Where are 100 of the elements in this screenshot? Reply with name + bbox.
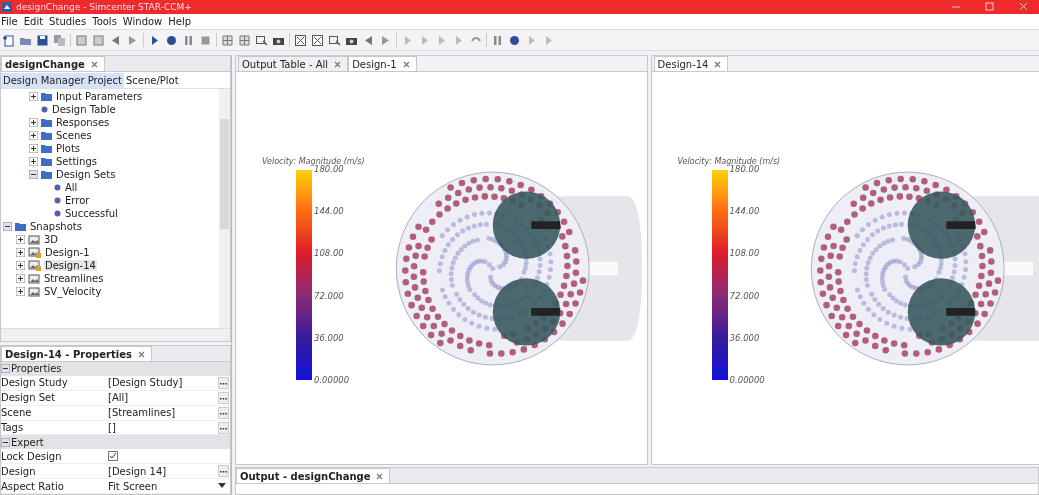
expand-icon[interactable] [29, 131, 38, 140]
menu-item[interactable]: Window [122, 16, 163, 27]
tree-item[interactable]: Error [64, 195, 91, 206]
expand-icon[interactable] [29, 144, 38, 153]
new-file-icon[interactable] [2, 33, 15, 47]
ellipsis-button[interactable] [218, 376, 229, 389]
picture-icon [28, 234, 40, 245]
close-icon[interactable] [376, 472, 384, 480]
close-icon[interactable] [714, 60, 722, 68]
close-icon[interactable] [90, 60, 98, 68]
scale-label: 0.00000 [314, 375, 350, 386]
panel-tab[interactable]: Design-14 - Properties [1, 346, 152, 361]
ellipsis-icon [220, 470, 227, 474]
menu-item[interactable]: Studies [49, 16, 87, 27]
close-icon[interactable] [137, 350, 145, 358]
tree-item[interactable]: Design-14 [44, 260, 97, 271]
caret-icon[interactable] [218, 483, 226, 490]
tree-item[interactable]: All [64, 182, 79, 193]
property-value: [] [108, 422, 117, 433]
close-icon[interactable] [334, 60, 342, 68]
scrollbar[interactable] [1, 328, 230, 341]
record-icon[interactable] [508, 33, 521, 47]
right-arrow-icon[interactable] [379, 33, 392, 47]
collapse-icon[interactable] [3, 222, 12, 231]
right-arrow-icon[interactable] [126, 33, 139, 47]
fit-view-icon[interactable] [294, 33, 307, 47]
menu-item[interactable]: Help [168, 16, 192, 27]
ellipsis-button[interactable] [218, 421, 229, 434]
tree-item[interactable]: Settings [55, 156, 98, 167]
scale-label: 144.00 [314, 205, 345, 216]
expand-icon[interactable] [16, 235, 25, 244]
tree-item[interactable]: Streamlines [43, 273, 105, 284]
folder-icon [41, 157, 52, 166]
folder-icon [41, 118, 52, 127]
ellipsis-icon [220, 396, 227, 400]
expand-icon[interactable] [16, 261, 25, 270]
tree-item[interactable]: Design Table [51, 104, 117, 115]
expand-icon[interactable] [29, 157, 38, 166]
selection-icon[interactable] [328, 33, 341, 47]
property-name: Design [1, 465, 37, 477]
tree-item[interactable]: Responses [55, 117, 111, 128]
save-icon[interactable] [36, 33, 49, 47]
expand-icon[interactable] [16, 248, 25, 257]
left-arrow-icon[interactable] [109, 33, 122, 47]
expand-icon[interactable] [16, 287, 25, 296]
document-icon[interactable] [92, 33, 105, 47]
property-name: Design Study [1, 377, 69, 389]
menu-item[interactable]: File [1, 16, 18, 27]
property-value: [Design 14] [108, 465, 168, 477]
tree-item[interactable]: 3D [43, 234, 60, 245]
collapse-icon[interactable] [29, 170, 38, 179]
fit-view-icon[interactable] [311, 33, 324, 47]
panel-tab[interactable]: Output - designChange [236, 468, 391, 483]
property-value: [Streamlines] [108, 407, 177, 419]
record-icon[interactable] [165, 33, 178, 47]
grid-icon[interactable] [238, 33, 251, 47]
tree-item[interactable]: Snapshots [29, 221, 83, 232]
left-arrow-icon[interactable] [362, 33, 375, 47]
property-name: Design Set [1, 392, 57, 404]
scale-label: 180.00 [314, 163, 344, 174]
expand-icon[interactable] [16, 274, 25, 283]
panel-tab[interactable]: designChange [1, 56, 105, 71]
document-icon[interactable] [75, 33, 88, 47]
expand-icon[interactable] [29, 92, 38, 101]
menu-item[interactable]: Tools [92, 16, 117, 27]
document-tab[interactable]: Design-1 [348, 56, 417, 71]
sub-tab[interactable]: Scene/Plot [123, 72, 181, 88]
collapse-icon[interactable] [1, 364, 10, 374]
scale-label: 144.00 [729, 205, 761, 216]
folder-icon [15, 222, 26, 231]
pause-icon[interactable] [491, 33, 504, 47]
document-tab[interactable]: Output Table - All [238, 56, 349, 71]
tree-item[interactable]: Design-1 [44, 247, 91, 258]
checkbox[interactable] [108, 451, 118, 462]
menu-item[interactable]: Edit [23, 16, 44, 27]
tree-item[interactable]: Successful [64, 208, 119, 219]
tree-item[interactable]: Input Parameters [55, 91, 144, 102]
sub-tab[interactable]: Design Manager Project [1, 72, 124, 88]
scale-label: 0.00000 [729, 375, 765, 386]
window-title: designChange - Simcenter STAR-CCM+ [16, 2, 193, 12]
ellipsis-button[interactable] [218, 465, 229, 478]
tree-item[interactable]: SV_Velocity [43, 286, 103, 297]
property-name: Scene [1, 407, 33, 419]
scrollbar[interactable] [219, 89, 230, 328]
tree-item[interactable]: Design Sets [55, 169, 117, 180]
ellipsis-button[interactable] [218, 406, 229, 419]
ellipsis-button[interactable] [218, 391, 229, 404]
tree-item[interactable]: Scenes [55, 130, 93, 141]
ellipsis-icon [220, 411, 227, 415]
dropdown-field[interactable]: Fit Screen [108, 480, 218, 492]
pause-icon[interactable] [182, 33, 195, 47]
locked-picture-icon [28, 247, 41, 258]
expand-icon[interactable] [29, 118, 38, 127]
scale-label: 36.000 [729, 333, 761, 344]
close-icon[interactable] [402, 60, 410, 68]
grid-icon[interactable] [221, 33, 234, 47]
tree-item[interactable]: Plots [55, 143, 82, 154]
selection-icon[interactable] [255, 33, 268, 47]
document-tab[interactable]: Design-14 [653, 56, 729, 71]
collapse-icon[interactable] [1, 437, 10, 447]
